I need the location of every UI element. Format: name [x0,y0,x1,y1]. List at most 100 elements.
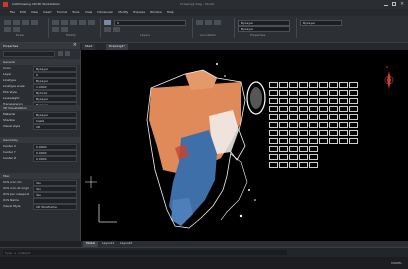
layer-off-button[interactable] [104,27,111,32]
property-value-field[interactable]: 0.0000 [33,156,77,162]
status-model-label[interactable]: MODEL [391,261,402,266]
section-general-header[interactable]: General [0,59,80,65]
quick-select-icon[interactable] [58,51,63,56]
property-value-field[interactable]: 2D [33,124,77,130]
sheet-tile [299,162,308,168]
menu-item[interactable]: Modify [118,10,128,15]
section-misc-header[interactable]: Misc [0,173,80,179]
sheet-tile [269,98,278,104]
maximize-icon[interactable] [392,2,396,6]
menu-item[interactable]: Draw [85,10,93,15]
sheet-tile [269,162,278,168]
map-region-south [171,198,193,226]
menu-item[interactable]: Insert [43,10,52,15]
sheet-tile [299,90,308,96]
property-value: Casts [36,118,45,123]
menu-bar: File Edit View Insert Format Tools Draw Dimensi… [0,9,408,16]
dimension-tool-button[interactable] [205,20,212,25]
menu-item[interactable]: View [31,10,38,15]
close-icon[interactable]: × [73,43,77,48]
polyline-tool-button[interactable] [13,20,20,25]
property-value: ByLayer [36,78,49,83]
ribbon-group-draw: Draw [2,18,49,38]
sheet-tile [299,98,308,104]
leader-tool-button[interactable] [214,20,221,25]
sheet-tile [339,82,348,88]
move-tool-button[interactable] [52,20,59,25]
section-3d-header[interactable]: 3D Visualization [0,105,80,111]
sheet-tile [339,130,348,136]
menu-item[interactable]: Dimension [97,10,113,15]
sheet-tile [299,146,308,152]
layer-properties-button[interactable] [104,20,111,25]
sheet-tile [329,98,338,104]
line-tool-button[interactable] [4,20,11,25]
menu-item[interactable]: Format [57,10,68,15]
extend-tool-button[interactable] [61,27,68,32]
sheet-tile [349,114,358,120]
app-logo-icon [3,2,8,7]
map-islet [216,63,218,65]
trim-tool-button[interactable] [52,27,59,32]
property-row: UCS per viewport Yes [3,192,77,198]
property-label: Shadow [3,118,15,122]
arc-tool-button[interactable] [31,20,38,25]
title-bar: CADDrawing 2D/3D Workstation Drawing1.dw… [0,0,408,9]
sheet-tile [269,146,278,152]
ribbon: Draw Modify 0 Layers Annotation ByLayer … [0,16,408,43]
selection-dropdown[interactable] [3,51,55,57]
menu-item[interactable]: Tools [72,10,79,15]
rectangle-tool-button[interactable] [4,27,11,32]
sheet-tile [299,106,308,112]
layer-dropdown[interactable]: 0 [114,20,186,26]
scale-tool-button[interactable] [88,20,95,25]
document-tab-strip: Start Drawing1* [80,43,408,50]
menu-item[interactable]: Edit [20,10,26,15]
section-geometry-header[interactable]: Geometry [0,137,80,143]
property-row: Linetype ByLayer [3,78,77,84]
sheet-tile [319,122,328,128]
hatch-tool-button[interactable] [13,27,20,32]
app-window: CADDrawing 2D/3D Workstation Drawing1.dw… [0,0,408,269]
sheet-tile [279,106,288,112]
menu-item[interactable]: Help [167,10,174,15]
property-row: Lineweight ByLayer [3,96,77,102]
command-input[interactable] [3,250,287,255]
menu-item[interactable]: Window [150,10,162,15]
property-row: Color ByLayer [3,66,77,72]
property-row: UCS icon at origin Yes [3,186,77,192]
sheet-tile [329,114,338,120]
lineweight-dropdown[interactable]: ByLayer [300,20,342,26]
property-label: Linetype scale [3,84,25,88]
menu-item[interactable]: Express [133,10,145,15]
layer-freeze-button[interactable] [113,27,120,32]
compass-icon [384,71,394,89]
close-icon[interactable]: × [400,2,404,7]
ribbon-group-label: Properties [250,33,266,37]
sheet-tile [289,98,298,104]
linetype-dropdown[interactable]: ByLayer [238,26,290,32]
minimize-icon[interactable] [384,5,388,6]
sheet-tile [279,90,288,96]
text-tool-button[interactable] [196,20,203,25]
coast-detail [220,153,248,221]
property-value: 0.0000 [36,144,47,149]
sheet-tile [329,106,338,112]
mirror-tool-button[interactable] [79,20,86,25]
sheet-tile [319,90,328,96]
sheet-tile [339,98,348,104]
circle-tool-button[interactable] [22,20,29,25]
drawing-canvas[interactable]: N [81,50,408,241]
sheet-tile [329,130,338,136]
sheet-tile [319,138,328,144]
sheet-tile [269,138,278,144]
sheet-tile [329,82,338,88]
drawing-svg [85,63,394,229]
sheet-tile [319,106,328,112]
sheet-tile [279,114,288,120]
menu-item[interactable]: File [10,10,15,15]
property-value-field[interactable]: 2D Wireframe [33,204,77,210]
select-objects-icon[interactable] [65,51,70,56]
copy-tool-button[interactable] [61,20,68,25]
rotate-tool-button[interactable] [70,20,77,25]
